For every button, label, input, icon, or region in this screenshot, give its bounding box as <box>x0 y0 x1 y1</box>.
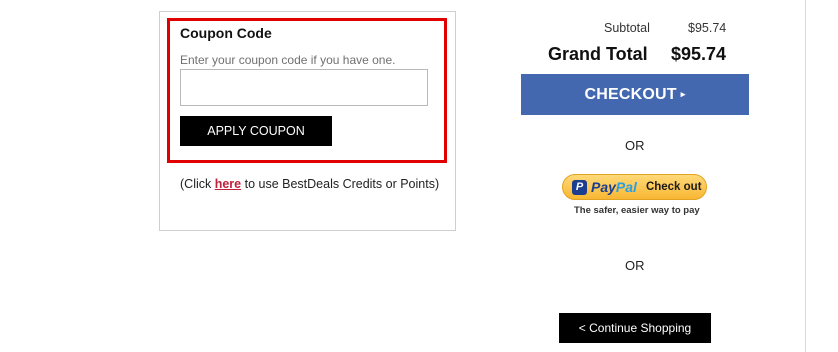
or-separator-1: OR <box>625 138 645 153</box>
paypal-word-pal: Pal <box>615 179 637 195</box>
credits-note: (Click here to use BestDeals Credits or … <box>180 177 439 191</box>
grand-total-value: $95.74 <box>671 44 727 64</box>
continue-shopping-button[interactable]: < Continue Shopping <box>559 313 711 343</box>
coupon-title: Coupon Code <box>180 25 272 41</box>
paypal-tagline: The safer, easier way to pay <box>574 205 700 216</box>
paypal-checkout-button[interactable]: P PayPal Check out <box>562 174 707 200</box>
credits-prefix: (Click <box>180 177 215 191</box>
coupon-code-input[interactable] <box>180 69 428 106</box>
page-divider <box>805 0 806 352</box>
checkout-button[interactable]: CHECKOUT ▸ <box>521 74 749 115</box>
caret-right-icon: ▸ <box>680 89 686 99</box>
credits-suffix: to use BestDeals Credits or Points) <box>241 177 440 191</box>
paypal-logo-icon: P <box>572 179 587 195</box>
coupon-panel: Coupon Code Enter your coupon code if yo… <box>159 11 456 231</box>
checkout-label: CHECKOUT <box>584 85 677 103</box>
grand-total-label: Grand Total <box>548 44 648 64</box>
paypal-wordmark: PayPal <box>591 179 637 195</box>
subtotal-label: Subtotal <box>604 21 650 35</box>
paypal-checkout-label: Check out <box>645 181 702 193</box>
paypal-word-pay: Pay <box>591 179 616 195</box>
credits-here-link[interactable]: here <box>215 177 241 191</box>
coupon-hint: Enter your coupon code if you have one. <box>180 53 396 67</box>
subtotal-value: $95.74 <box>688 21 727 35</box>
or-separator-2: OR <box>625 258 645 273</box>
apply-coupon-button[interactable]: APPLY COUPON <box>180 116 332 146</box>
